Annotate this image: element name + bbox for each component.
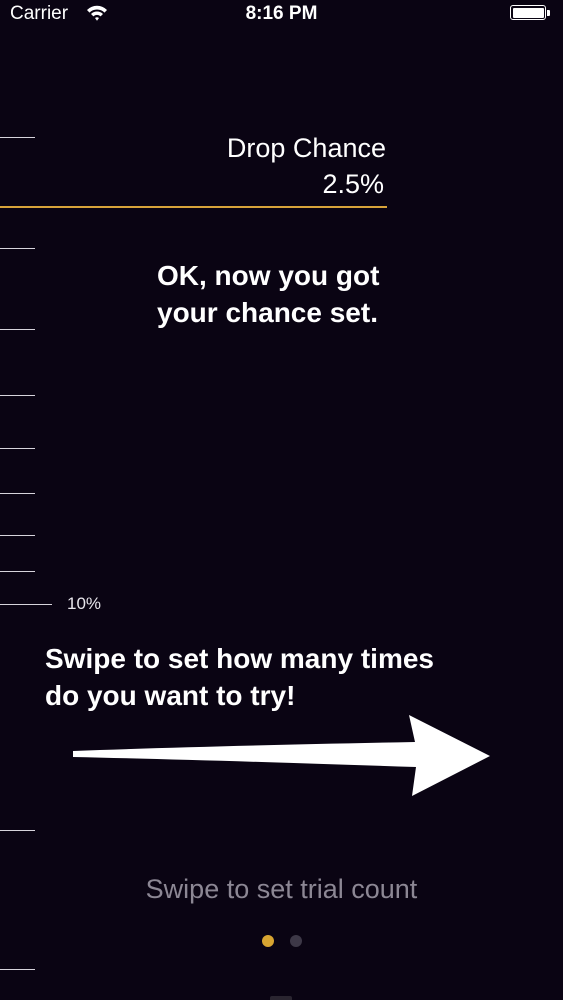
drop-chance-indicator-line[interactable] (0, 206, 387, 208)
ruler-tick (0, 395, 35, 396)
swipe-hint: Swipe to set trial count (145, 874, 418, 904)
instruction-line: OK, now you got (157, 260, 380, 291)
bottom-handle (270, 996, 292, 1000)
ruler-tick (0, 830, 35, 831)
ruler-tick (0, 248, 35, 249)
ruler-tick-label: 10% (67, 594, 102, 613)
battery-icon (510, 5, 546, 20)
battery-level (512, 7, 544, 18)
arrow-right-icon (73, 715, 490, 796)
page-indicator[interactable] (0, 935, 563, 947)
ruler-tick (0, 969, 35, 970)
instruction-chance-set: OK, now you got your chance set. (157, 257, 537, 331)
page-dot-active[interactable] (261, 935, 274, 947)
battery-tip (547, 10, 550, 16)
status-time: 8:16 PM (245, 3, 318, 24)
instruction-line: Swipe to set how many times (45, 643, 434, 674)
instruction-line: your chance set. (157, 297, 378, 328)
status-bar: Carrier 8:16 PM (0, 0, 563, 30)
instruction-swipe: Swipe to set how many times do you want … (45, 640, 545, 714)
ruler-tick (0, 329, 35, 330)
drop-chance-title: Drop Chance (226, 133, 386, 163)
ruler-tick (0, 535, 35, 536)
ruler-tick (0, 137, 35, 138)
ruler-tick-major (0, 604, 52, 605)
page-dot[interactable] (289, 935, 302, 947)
ruler-tick (0, 448, 35, 449)
instruction-line: do you want to try! (45, 680, 296, 711)
app-screen[interactable]: Carrier 8:16 PM 10% Drop Chance 2.5% OK,… (0, 0, 563, 1000)
ruler-tick (0, 571, 35, 572)
drop-chance-value: 2.5% (322, 169, 384, 199)
ruler-tick (0, 493, 35, 494)
